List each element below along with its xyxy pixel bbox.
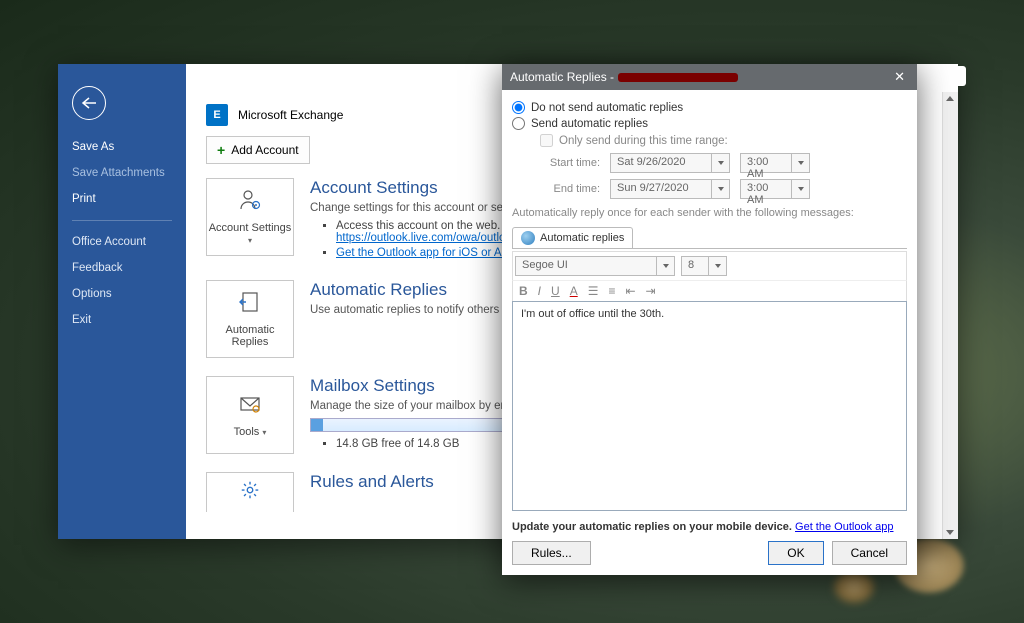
chevron-down-icon[interactable] bbox=[791, 154, 809, 172]
format-toolbar: B I U A ☰ ≡ ⇤ ⇥ bbox=[512, 280, 907, 301]
radio-send[interactable]: Send automatic replies bbox=[512, 117, 907, 130]
start-date-combo[interactable]: Sat 9/26/2020 bbox=[610, 153, 730, 173]
start-time-label: Start time: bbox=[540, 157, 600, 169]
font-color-button[interactable]: A bbox=[570, 284, 578, 298]
sidebar-office-account[interactable]: Office Account bbox=[58, 229, 186, 255]
radio-do-not-send[interactable]: Do not send automatic replies bbox=[512, 101, 907, 114]
dialog-titlebar[interactable]: Automatic Replies - ✕ bbox=[502, 64, 917, 90]
reply-tab-header: Automatic replies bbox=[512, 227, 907, 249]
automatic-replies-dialog: Automatic Replies - ✕ Do not send automa… bbox=[502, 64, 917, 575]
indent-button[interactable]: ⇥ bbox=[646, 284, 656, 298]
auto-reply-icon bbox=[238, 290, 262, 320]
exchange-label: Microsoft Exchange bbox=[238, 108, 343, 122]
chevron-down-icon[interactable] bbox=[656, 257, 674, 275]
reply-message-textarea[interactable]: I'm out of office until the 30th. bbox=[512, 301, 907, 511]
font-size-combo[interactable]: 8 bbox=[681, 256, 727, 276]
get-outlook-app-link[interactable]: Get the Outlook app bbox=[795, 521, 893, 533]
sidebar-print[interactable]: Print bbox=[58, 186, 186, 212]
sidebar-options[interactable]: Options bbox=[58, 281, 186, 307]
font-toolbar: Segoe UI 8 bbox=[512, 251, 907, 280]
time-range-checkbox-row[interactable]: Only send during this time range: bbox=[540, 134, 907, 147]
sidebar-save-as[interactable]: Save As bbox=[58, 134, 186, 160]
content-scrollbar[interactable] bbox=[942, 92, 958, 539]
chevron-down-icon: ▾ bbox=[248, 236, 252, 245]
bold-button[interactable]: B bbox=[519, 284, 528, 298]
automatic-replies-tile[interactable]: Automatic Replies bbox=[206, 280, 294, 358]
cancel-button[interactable]: Cancel bbox=[832, 541, 907, 565]
person-gear-icon bbox=[238, 188, 262, 218]
backstage-sidebar: Save As Save Attachments Print Office Ac… bbox=[58, 64, 186, 539]
reply-note: Automatically reply once for each sender… bbox=[512, 207, 907, 219]
radio-send-input[interactable] bbox=[512, 117, 525, 130]
radio-do-not-send-input[interactable] bbox=[512, 101, 525, 114]
ok-button[interactable]: OK bbox=[768, 541, 823, 565]
end-time-label: End time: bbox=[540, 183, 600, 195]
arrow-left-icon bbox=[81, 97, 97, 109]
sidebar-exit[interactable]: Exit bbox=[58, 307, 186, 333]
add-account-label: Add Account bbox=[231, 143, 298, 157]
rules-tile[interactable] bbox=[206, 472, 294, 512]
chevron-down-icon: ▾ bbox=[262, 428, 266, 437]
font-name-combo[interactable]: Segoe UI bbox=[515, 256, 675, 276]
italic-button[interactable]: I bbox=[538, 284, 541, 298]
owa-link[interactable]: https://outlook.live.com/owa/outlook.c bbox=[336, 232, 527, 244]
time-range-checkbox[interactable] bbox=[540, 134, 553, 147]
end-date-combo[interactable]: Sun 9/27/2020 bbox=[610, 179, 730, 199]
number-list-button[interactable]: ≡ bbox=[608, 284, 615, 298]
account-settings-tile[interactable]: Account Settings ▾ bbox=[206, 178, 294, 256]
underline-button[interactable]: U bbox=[551, 284, 560, 298]
chevron-down-icon[interactable] bbox=[708, 257, 726, 275]
sidebar-feedback[interactable]: Feedback bbox=[58, 255, 186, 281]
redacted-email bbox=[618, 73, 738, 82]
start-time-combo[interactable]: 3:00 AM bbox=[740, 153, 810, 173]
chevron-down-icon[interactable] bbox=[791, 180, 809, 198]
end-time-combo[interactable]: 3:00 AM bbox=[740, 179, 810, 199]
mobile-note: Update your automatic replies on your mo… bbox=[512, 521, 907, 533]
sidebar-save-attachments[interactable]: Save Attachments bbox=[58, 160, 186, 186]
plus-icon: + bbox=[217, 142, 225, 158]
dialog-title-text: Automatic Replies - bbox=[510, 70, 614, 84]
tools-icon bbox=[238, 392, 262, 422]
tools-tile[interactable]: Tools ▾ bbox=[206, 376, 294, 454]
add-account-button[interactable]: + Add Account bbox=[206, 136, 310, 164]
globe-icon bbox=[521, 231, 535, 245]
outdent-button[interactable]: ⇤ bbox=[625, 284, 635, 298]
chevron-down-icon[interactable] bbox=[711, 180, 729, 198]
time-range-block: Only send during this time range: Start … bbox=[540, 134, 907, 199]
gear-icon bbox=[239, 479, 261, 507]
chevron-down-icon[interactable] bbox=[711, 154, 729, 172]
bullet-list-button[interactable]: ☰ bbox=[588, 284, 599, 298]
dialog-button-row: Rules... OK Cancel bbox=[512, 541, 907, 565]
dialog-close-icon[interactable]: ✕ bbox=[890, 69, 909, 85]
sidebar-separator bbox=[72, 220, 172, 221]
exchange-icon: E bbox=[206, 104, 228, 126]
automatic-replies-tab[interactable]: Automatic replies bbox=[512, 227, 633, 248]
rules-button[interactable]: Rules... bbox=[512, 541, 591, 565]
back-button[interactable] bbox=[72, 86, 106, 120]
